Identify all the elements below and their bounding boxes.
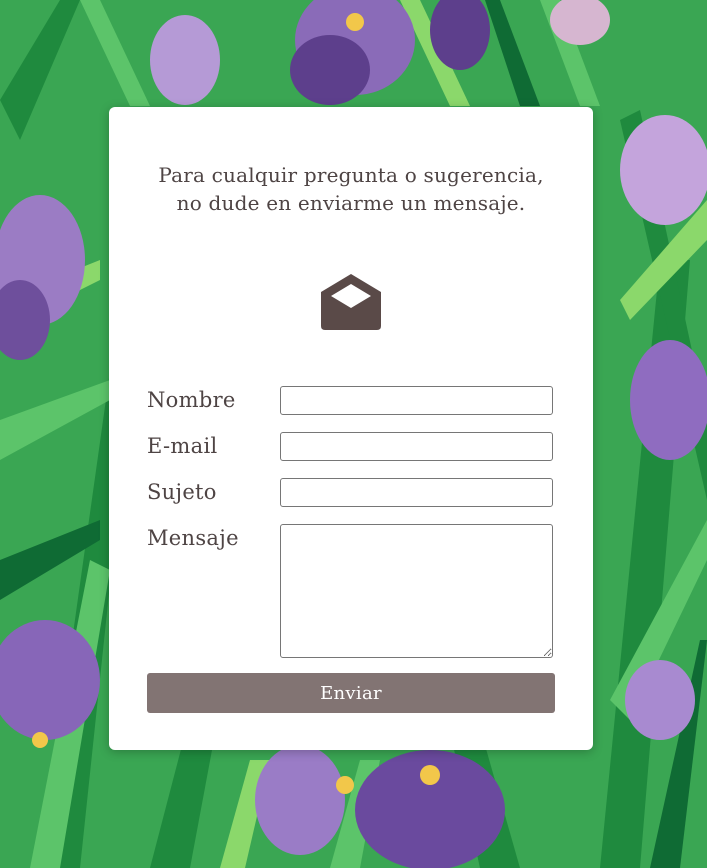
intro-line-2: no dude en enviarme un mensaje. [176,191,526,215]
email-row: E-mail [147,431,555,462]
subject-row: Sujeto [147,477,555,508]
message-textarea[interactable] [280,524,553,658]
name-input[interactable] [280,386,553,415]
subject-label: Sujeto [147,480,217,504]
contact-card: Para cualquir pregunta o sugerencia, no … [109,107,593,750]
subject-input[interactable] [280,478,553,507]
intro-line-1: Para cualquir pregunta o sugerencia, [158,163,544,187]
envelope-open-icon [319,272,383,332]
message-label: Mensaje [147,526,239,550]
email-label: E-mail [147,434,218,458]
message-row: Mensaje [147,523,555,659]
name-row: Nombre [147,385,555,416]
intro-text: Para cualquir pregunta o sugerencia, no … [129,161,573,217]
email-input[interactable] [280,432,553,461]
send-button[interactable]: Enviar [147,673,555,713]
name-label: Nombre [147,388,236,412]
